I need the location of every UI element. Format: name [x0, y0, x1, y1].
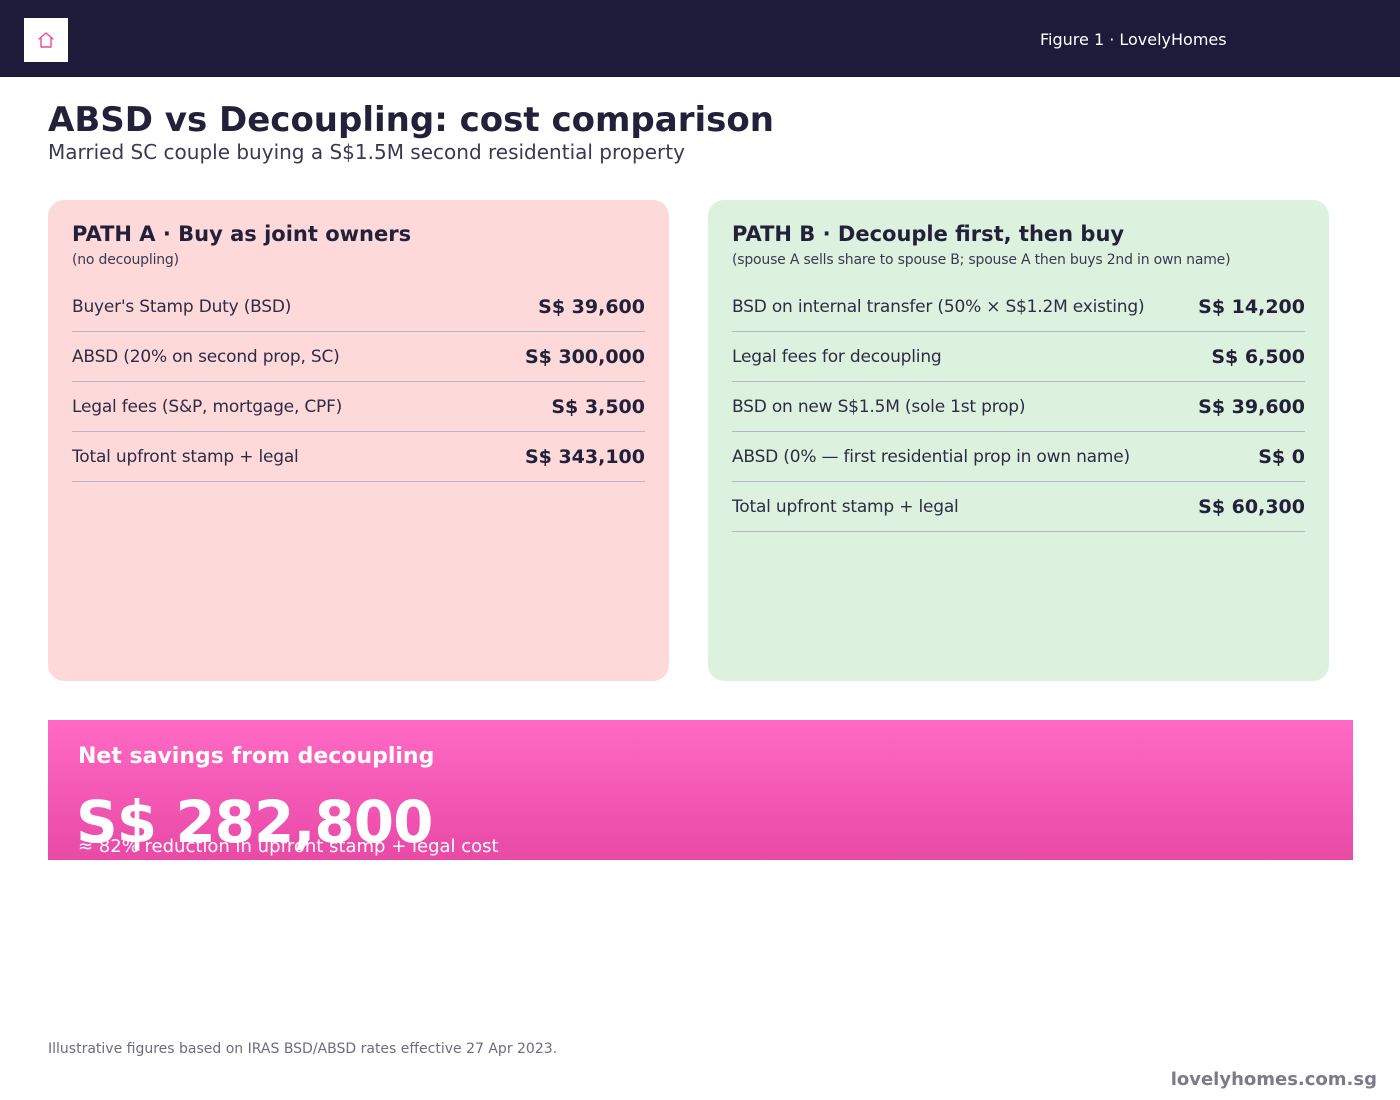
footnote: Illustrative figures based on IRAS BSD/A…: [48, 1041, 558, 1057]
cost-label: Total upfront stamp + legal: [72, 446, 299, 467]
savings-title: Net savings from decoupling: [78, 744, 435, 769]
cost-value: S$ 3,500: [551, 395, 645, 418]
cost-value: S$ 6,500: [1211, 345, 1305, 368]
cost-label: Legal fees for decoupling: [732, 346, 942, 367]
path-b-note: (spouse A sells share to spouse B; spous…: [732, 252, 1231, 268]
figure-label: Figure 1 · LovelyHomes: [1040, 30, 1227, 49]
cost-row-absd: ABSD (0% — first residential prop in own…: [732, 432, 1305, 482]
cost-label: Buyer's Stamp Duty (BSD): [72, 296, 292, 317]
cost-row-total: Total upfront stamp + legal S$ 60,300: [732, 482, 1305, 532]
path-a-title: PATH A · Buy as joint owners: [72, 222, 412, 246]
path-b-title: PATH B · Decouple first, then buy: [732, 222, 1125, 246]
cost-label: Total upfront stamp + legal: [732, 496, 959, 517]
cost-label: BSD on new S$1.5M (sole 1st prop): [732, 396, 1026, 417]
path-a-note: (no decoupling): [72, 252, 179, 268]
cost-row-total: Total upfront stamp + legal S$ 343,100: [72, 432, 645, 482]
cost-value: S$ 0: [1258, 445, 1305, 468]
page-title: ABSD vs Decoupling: cost comparison: [48, 100, 774, 140]
cost-row-legal-fees: Legal fees (S&P, mortgage, CPF) S$ 3,500: [72, 382, 645, 432]
cost-row-decoupling-legal-fees: Legal fees for decoupling S$ 6,500: [732, 332, 1305, 382]
cost-label: BSD on internal transfer (50% × S$1.2M e…: [732, 296, 1145, 317]
cost-value: S$ 14,200: [1198, 295, 1305, 318]
cost-value: S$ 343,100: [524, 445, 645, 468]
cost-value: S$ 39,600: [1198, 395, 1305, 418]
cost-value: S$ 39,600: [538, 295, 645, 318]
top-bar: Figure 1 · LovelyHomes: [0, 0, 1400, 77]
path-b-card: PATH B · Decouple first, then buy (spous…: [708, 200, 1329, 681]
logo[interactable]: [24, 18, 68, 62]
cost-value: S$ 300,000: [524, 345, 645, 368]
cost-label: ABSD (20% on second prop, SC): [72, 346, 340, 367]
cost-label: ABSD (0% — first residential prop in own…: [732, 446, 1130, 467]
cost-row-absd: ABSD (20% on second prop, SC) S$ 300,000: [72, 332, 645, 382]
cost-row-bsd: Buyer's Stamp Duty (BSD) S$ 39,600: [72, 282, 645, 332]
path-a-card: PATH A · Buy as joint owners (no decoupl…: [48, 200, 669, 681]
cost-label: Legal fees (S&P, mortgage, CPF): [72, 396, 343, 417]
savings-note: ≈ 82% reduction in upfront stamp + legal…: [78, 836, 499, 857]
cost-row-bsd-internal-transfer: BSD on internal transfer (50% × S$1.2M e…: [732, 282, 1305, 332]
page-subtitle: Married SC couple buying a S$1.5M second…: [48, 140, 685, 164]
cost-row-bsd-new-property: BSD on new S$1.5M (sole 1st prop) S$ 39,…: [732, 382, 1305, 432]
site-url[interactable]: lovelyhomes.com.sg: [1171, 1069, 1377, 1090]
home-icon: [38, 32, 54, 48]
cost-value: S$ 60,300: [1198, 495, 1305, 518]
path-b-cost-list: BSD on internal transfer (50% × S$1.2M e…: [732, 282, 1305, 532]
net-savings-banner: Net savings from decoupling S$ 282,800 ≈…: [48, 720, 1353, 860]
path-a-cost-list: Buyer's Stamp Duty (BSD) S$ 39,600 ABSD …: [72, 282, 645, 482]
